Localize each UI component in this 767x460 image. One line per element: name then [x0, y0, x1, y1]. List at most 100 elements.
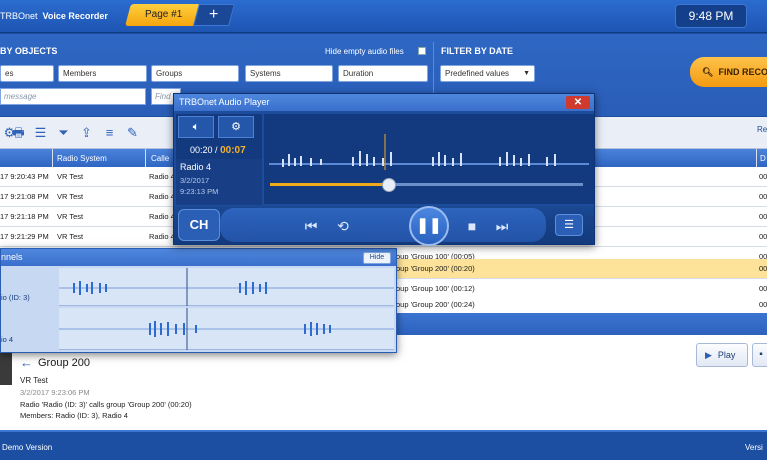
channel-label-1: io (ID: 3): [1, 293, 30, 302]
row-duration: 00: [759, 232, 767, 241]
tab-page-1[interactable]: Page #1: [125, 4, 203, 26]
row-duration: 00: [759, 192, 767, 201]
current-position: 00:07: [220, 145, 246, 156]
player-waveform[interactable]: [264, 114, 594, 204]
source-name: Radio 4: [180, 162, 212, 172]
filter-by-objects-title: BY OBJECTS: [0, 46, 58, 56]
gear-icon[interactable]: ⚙: [218, 116, 254, 138]
column-header-caller[interactable]: Calle: [151, 154, 169, 163]
player-controls: CH ⏮ ⟲ ❚❚ ■ ⏭ ☰: [174, 206, 594, 246]
elapsed-time: 00:20: [190, 145, 213, 155]
status-bar: Demo Version Versi: [0, 430, 767, 460]
hide-empty-label: Hide empty audio files: [325, 47, 404, 56]
channels-title: nnels: [1, 252, 23, 262]
row-duration: 00: [759, 172, 767, 181]
filter-tab-members[interactable]: Members: [58, 65, 147, 82]
time-separator: /: [215, 145, 218, 155]
filter-tab-duration[interactable]: Duration: [338, 65, 428, 82]
transport-panel: ⏮ ⟲ ❚❚ ■ ⏭: [220, 206, 546, 246]
row-caller: Radio 4: [149, 192, 175, 201]
hide-empty-checkbox[interactable]: [418, 47, 426, 55]
add-tab-button[interactable]: +: [193, 4, 235, 26]
row-time: 17 9:21:08 PM: [0, 192, 49, 201]
columns-icon[interactable]: ≡: [102, 125, 117, 140]
right-header-label: Re: [757, 125, 767, 134]
save-icon[interactable]: ▪: [752, 343, 767, 367]
skip-back-icon[interactable]: ⏮: [300, 218, 322, 235]
volume-icon[interactable]: 🔈︎: [178, 116, 214, 138]
detail-summary: Radio 'Radio (ID: 3)' calls group 'Group…: [20, 400, 192, 409]
date-range-select[interactable]: Predefined values ▼: [440, 65, 535, 82]
column-header-duration[interactable]: D: [760, 154, 766, 163]
row-caller: Radio 4: [149, 172, 175, 181]
stop-icon[interactable]: ■: [461, 218, 483, 234]
row-caller: Radio 4: [149, 212, 175, 221]
waveform-svg: [59, 308, 394, 350]
channels-button[interactable]: CH: [178, 209, 220, 241]
list-icon[interactable]: ☰: [33, 125, 48, 140]
row-duration: 00: [759, 300, 767, 309]
channel-waveform-2[interactable]: [59, 308, 394, 350]
row-system: VR Test: [57, 192, 84, 201]
find-records-button[interactable]: 🔍︎ FIND RECO: [690, 57, 767, 87]
record-date: 3/2/2017: [180, 176, 210, 185]
seek-handle[interactable]: [382, 178, 396, 192]
row-description: oup 'Group 200' (00:20): [396, 264, 475, 273]
seek-progress: [270, 183, 389, 186]
message-filter-input[interactable]: message: [0, 88, 146, 105]
close-icon[interactable]: ✕: [566, 96, 590, 109]
search-icon: 🔍︎: [702, 67, 714, 77]
detail-system: VR Test: [20, 376, 48, 385]
hide-channels-button[interactable]: Hide: [363, 252, 391, 264]
pause-button[interactable]: ❚❚: [409, 206, 449, 246]
row-duration: 00: [759, 264, 767, 273]
detail-members: Members: Radio (ID: 3), Radio 4: [20, 411, 128, 420]
filter-icon[interactable]: ⏷: [56, 125, 71, 140]
source-info: Radio 4 3/2/2017 9:23:13 PM: [176, 159, 262, 205]
column-header-radio-system[interactable]: Radio System: [57, 154, 107, 163]
status-demo-version: Demo Version: [2, 443, 53, 452]
row-description: oup 'Group 100' (00:12): [396, 284, 475, 293]
row-duration: 00: [759, 212, 767, 221]
waveform-svg: [59, 268, 394, 306]
channel-waveform-1[interactable]: [59, 268, 394, 306]
play-icon: ▶: [705, 350, 712, 360]
app-brand: TRBOnet Voice Recorder: [0, 11, 108, 21]
skip-forward-icon[interactable]: ⏭: [491, 218, 513, 235]
audio-player-title: TRBOnet Audio Player: [174, 94, 594, 111]
channels-title-bar: nnels: [1, 249, 396, 266]
repeat-icon[interactable]: ⟲: [332, 218, 354, 235]
print-icon[interactable]: 🖶: [11, 125, 26, 140]
detail-title: Group 200: [38, 357, 90, 369]
row-duration: 00: [759, 284, 767, 293]
clock-display: 9:48 PM: [675, 4, 747, 28]
filter-tab-groups[interactable]: Groups: [151, 65, 239, 82]
detail-timestamp: 3/2/2017 9:23:06 PM: [20, 388, 90, 397]
playback-time: 00:20 / 00:07: [190, 145, 246, 156]
chevron-down-icon: ▼: [523, 70, 530, 77]
player-waveform-svg: [269, 134, 589, 170]
edit-icon[interactable]: ✎: [125, 125, 140, 140]
row-time: 17 9:21:18 PM: [0, 212, 49, 221]
channels-panel: nnels Hide io (ID: 3) io 4: [0, 248, 397, 353]
row-system: VR Test: [57, 232, 84, 241]
title-bar: TRBOnet Voice Recorder Page #1 + 9:48 PM: [0, 0, 767, 33]
row-system: VR Test: [57, 212, 84, 221]
playlist-icon[interactable]: ☰: [555, 214, 583, 236]
play-button[interactable]: ▶ Play: [696, 343, 748, 367]
row-system: VR Test: [57, 172, 84, 181]
filter-tab-categories[interactable]: es: [0, 65, 54, 82]
row-caller: Radio 4: [149, 232, 175, 241]
row-description: oup 'Group 200' (00:24): [396, 300, 475, 309]
channel-label-2: io 4: [1, 335, 14, 344]
export-icon[interactable]: ⇪: [79, 125, 94, 140]
row-time: 17 9:20:43 PM: [0, 172, 49, 181]
row-time: 17 9:21:29 PM: [0, 232, 49, 241]
back-arrow-icon[interactable]: ←: [20, 355, 33, 370]
filter-tab-systems[interactable]: Systems: [245, 65, 333, 82]
player-info-panel: 🔈︎ ⚙ 00:20 / 00:07 Radio 4 3/2/2017 9:23…: [176, 114, 262, 205]
filter-by-date-title: FILTER BY DATE: [441, 46, 513, 56]
status-version: Versi: [745, 443, 763, 452]
record-time: 9:23:13 PM: [180, 187, 219, 196]
audio-player-window: TRBOnet Audio Player ✕ 🔈︎ ⚙ 00:20 / 00:0…: [173, 93, 595, 246]
